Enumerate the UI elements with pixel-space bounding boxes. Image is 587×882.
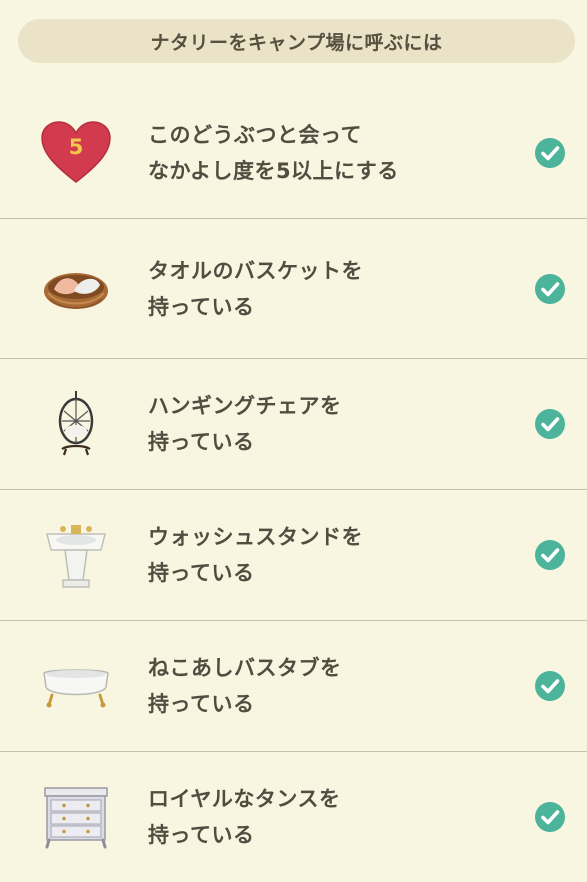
requirement-text: ねこあしバスタブを 持っている (148, 650, 518, 722)
list-item: ねこあしバスタブを 持っている (0, 621, 587, 752)
checkmark-icon (535, 138, 565, 168)
requirement-line-1: ねこあしバスタブを (148, 656, 342, 680)
requirement-line-1: このどうぶつと会って (148, 123, 362, 147)
requirement-line-1: ハンギングチェアを (148, 394, 342, 418)
requirement-line-2: 持っている (148, 561, 255, 585)
requirement-line-2: 持っている (148, 692, 255, 716)
requirement-line-1: ウォッシュスタンドを (148, 525, 363, 549)
requirement-line-2: なかよし度を5以上にする (148, 159, 399, 183)
requirement-text: ロイヤルなタンスを 持っている (148, 781, 518, 853)
heart-icon: 5 (36, 113, 116, 193)
requirement-line-2: 持っている (148, 430, 255, 454)
list-item: ハンギングチェアを 持っている (0, 359, 587, 490)
list-item: ロイヤルなタンスを 持っている (0, 752, 587, 882)
hanging-chair-icon (36, 384, 116, 464)
checkmark-icon (535, 802, 565, 832)
list-item: タオルのバスケットを 持っている (0, 219, 587, 359)
requirement-line-1: タオルのバスケットを (148, 258, 363, 283)
clawfoot-bathtub-icon (36, 646, 116, 726)
towel-basket-icon (36, 249, 116, 329)
royal-dresser-icon (36, 777, 116, 857)
checkmark-icon (535, 273, 565, 304)
requirement-line-1: ロイヤルなタンスを (148, 787, 341, 811)
requirement-text: ハンギングチェアを 持っている (148, 388, 518, 460)
requirement-line-2: 持っている (148, 823, 255, 847)
page-title-text: ナタリーをキャンプ場に呼ぶには (150, 31, 443, 54)
requirements-list: 5 このどうぶつと会って なかよし度を5以上にする タオルのバスケットを 持って… (0, 88, 587, 882)
requirement-text: このどうぶつと会って なかよし度を5以上にする (148, 117, 518, 189)
requirement-text: タオルのバスケットを 持っている (148, 253, 518, 325)
checkmark-icon (535, 671, 565, 701)
heart-number: 5 (68, 135, 84, 159)
checkmark-icon (535, 409, 565, 439)
list-item: 5 このどうぶつと会って なかよし度を5以上にする (0, 88, 587, 219)
requirement-line-2: 持っている (148, 294, 255, 319)
requirement-text: ウォッシュスタンドを 持っている (148, 519, 518, 591)
page-title: ナタリーをキャンプ場に呼ぶには (18, 19, 575, 63)
list-item: ウォッシュスタンドを 持っている (0, 490, 587, 621)
wash-stand-icon (36, 515, 116, 595)
checkmark-icon (535, 540, 565, 570)
